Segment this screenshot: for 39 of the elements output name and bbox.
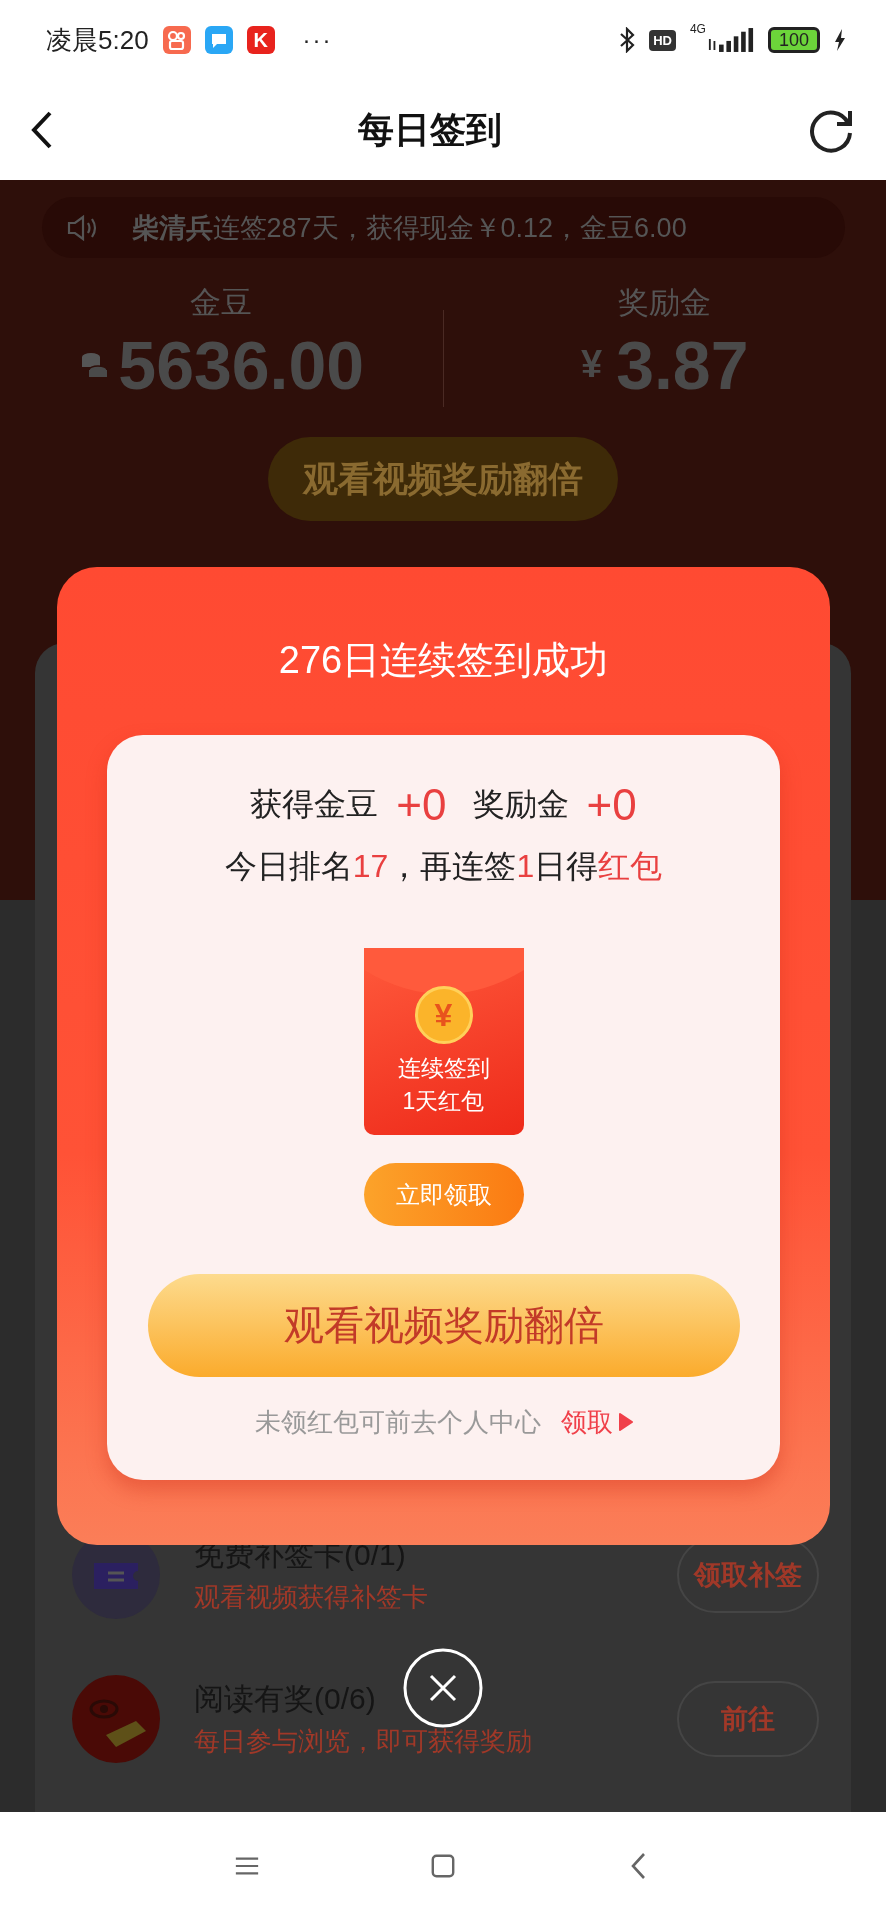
charging-icon [834,29,846,51]
signal-icon [707,28,754,52]
close-icon[interactable] [403,1648,483,1728]
page-title: 每日签到 [358,107,502,152]
hd-badge: HD [649,29,676,51]
reward-label: 奖励金 [472,785,569,824]
network-type: 4G [689,22,706,36]
task-description: 观看视频获得补签卡 [194,1581,428,1614]
play-arrow-icon [618,1413,633,1431]
bluetooth-icon [619,27,636,53]
eye-books-icon [72,1675,160,1763]
stat-label: 金豆 [190,283,253,322]
dialog-title: 276日连续签到成功 [278,638,609,683]
chat-bubble-icon [204,26,233,54]
ticker-text: 柴清兵连签287天，获得现金￥0.12，金豆6.00 [131,211,687,245]
home-square-icon[interactable] [430,1852,456,1880]
app-icon: K [246,26,275,54]
stat-value: 3.87 [616,325,749,405]
battery-level: 100 [767,27,820,53]
currency-symbol: ¥ [581,343,603,386]
claim-link[interactable]: 领取 [560,1404,613,1440]
stat-value: 5636.00 [118,325,365,405]
reward-value: +0 [586,780,637,830]
envelope-caption: 连续签到 1天红包 [397,1054,490,1116]
status-time: 凌晨5:20 [46,23,149,57]
claim-button[interactable]: 立即领取 [363,1163,524,1226]
reward-value: +0 [396,780,447,830]
double-reward-button[interactable]: 观看视频奖励翻倍 [268,437,618,521]
reward-label: 获得金豆 [250,785,379,824]
hint-text: 未领红包可前去个人中心 [254,1405,541,1439]
rank-message: 今日排名 17，再连签1日得红包 [224,847,663,886]
back-icon[interactable] [30,110,54,150]
double-reward-button[interactable]: 观看视频奖励翻倍 [147,1274,740,1377]
yuan-coin: ¥ [414,986,473,1044]
more-notifications: ··· [302,26,333,54]
task-action-button[interactable]: 前往 [677,1681,819,1757]
task-description: 每日参与浏览，即可获得奖励 [194,1725,532,1758]
stat-label: 奖励金 [618,283,712,322]
video-app-icon [162,26,191,54]
